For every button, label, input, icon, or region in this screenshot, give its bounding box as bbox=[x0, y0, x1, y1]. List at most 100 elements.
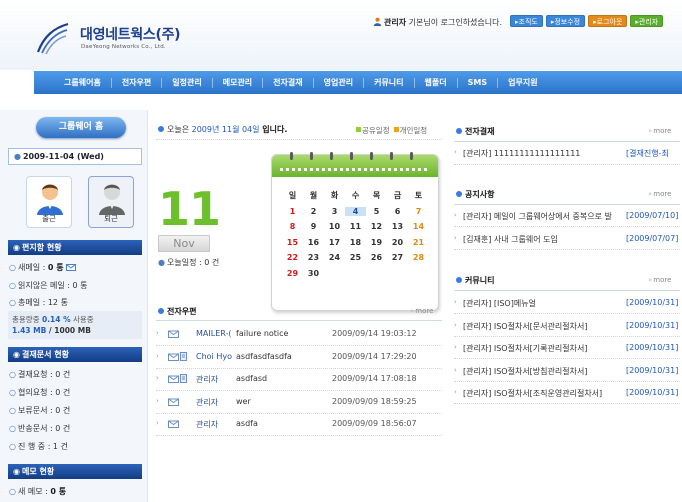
calendar-day[interactable]: 9 bbox=[303, 222, 324, 231]
calendar-day[interactable]: 27 bbox=[387, 253, 408, 262]
shared-schedule-swatch bbox=[356, 127, 361, 132]
check-in-button[interactable]: 출근 bbox=[26, 176, 72, 228]
community-more-link[interactable]: »more bbox=[648, 276, 671, 284]
new-mail-count[interactable]: ○ 새메일 : 0 통 bbox=[9, 262, 77, 273]
welcome-user-name: 관리자 bbox=[384, 18, 407, 27]
calendar-day[interactable]: 7 bbox=[408, 207, 429, 216]
calendar-day[interactable]: 18 bbox=[345, 238, 366, 247]
calendar-day[interactable]: 25 bbox=[345, 253, 366, 262]
logo-korean-name[interactable]: 대영네트웍스(주) bbox=[80, 24, 181, 44]
community-row[interactable]: › [관리자] [ISO]메뉴얼 [2009/10/31] bbox=[454, 297, 680, 311]
calendar-day[interactable]: 24 bbox=[324, 253, 345, 262]
admin-button[interactable]: ▸관리자 bbox=[630, 15, 664, 27]
nav-approval[interactable]: 전자결재 bbox=[262, 77, 312, 88]
calendar-day[interactable]: 19 bbox=[366, 238, 387, 247]
divider bbox=[454, 226, 680, 227]
org-chart-button[interactable]: ▸조직도 bbox=[510, 15, 543, 27]
calendar-day[interactable]: 8 bbox=[282, 222, 303, 231]
calendar-day[interactable]: 21 bbox=[408, 238, 429, 247]
nav-schedule[interactable]: 일정관리 bbox=[161, 77, 211, 88]
email-more-link[interactable]: »more bbox=[410, 307, 433, 315]
email-row[interactable]: › 관리자 asdfa 2009/09/09 18:56:07 bbox=[156, 418, 442, 432]
groupware-home-button[interactable]: 그룹웨어 홈 bbox=[36, 117, 126, 138]
community-row-date: [2009/10/31] bbox=[626, 298, 679, 307]
calendar-day[interactable]: 26 bbox=[366, 253, 387, 262]
today-schedule-count[interactable]: ● 오늘일정 : 0 건 bbox=[158, 257, 219, 268]
pending-document-count[interactable]: ○ 보류문서 : 0 건 bbox=[9, 405, 70, 416]
community-row[interactable]: › [관리자] ISO절차서[조직운영관리절차서] [2009/10/31] bbox=[454, 387, 680, 401]
community-row[interactable]: › [관리자] ISO절차서[방침관리절차서] [2009/10/31] bbox=[454, 365, 680, 379]
approval-more-link[interactable]: »more bbox=[648, 127, 671, 135]
calendar-day[interactable]: 16 bbox=[303, 238, 324, 247]
calendar-day[interactable]: 17 bbox=[324, 238, 345, 247]
unread-mail-label: 읽지않은 메일 : 0 통 bbox=[17, 281, 88, 290]
calendar-day[interactable]: 15 bbox=[282, 238, 303, 247]
edit-profile-button[interactable]: ▸정보수정 bbox=[545, 15, 586, 27]
notice-more-link[interactable]: »more bbox=[648, 190, 671, 198]
nav-sales[interactable]: 영업관리 bbox=[312, 77, 363, 88]
approval-row[interactable]: › [관리자] 11111111111111111 [결재진행-최 bbox=[454, 147, 680, 161]
divider bbox=[156, 345, 442, 346]
calendar-day[interactable]: 1 bbox=[282, 207, 303, 216]
email-time: 2009/09/14 17:08:18 bbox=[332, 374, 417, 383]
email-row[interactable]: › Choi Hyo asdfasdfasdfa 2009/09/14 17:29:2… bbox=[156, 351, 442, 365]
returned-document-count[interactable]: ○ 반송문서 : 0 건 bbox=[9, 423, 70, 434]
in-progress-count[interactable]: ○ 진 행 중 : 1 건 bbox=[9, 441, 68, 452]
nav-memo[interactable]: 메모관리 bbox=[211, 77, 262, 88]
calendar-day[interactable]: 29 bbox=[282, 269, 303, 278]
email-section-title[interactable]: 전자우편 bbox=[158, 306, 196, 317]
calendar-day[interactable]: 28 bbox=[408, 253, 429, 262]
divider bbox=[454, 380, 680, 382]
approval-section-title[interactable]: 전자결재 bbox=[456, 126, 494, 137]
community-row[interactable]: › [관리자] ISO절차서[문서관리절차서] [2009/10/31] bbox=[454, 320, 680, 334]
calendar-day[interactable]: 23 bbox=[303, 253, 324, 262]
check-out-label: 퇴근 bbox=[104, 214, 118, 223]
new-memo-count[interactable]: ○ 새 메모 : 0 통 bbox=[9, 486, 66, 497]
nav-webfolder[interactable]: 웹폴더 bbox=[413, 77, 457, 88]
nav-groupware-home[interactable]: 그룹웨어홈 bbox=[34, 78, 111, 88]
calendar-day[interactable]: 5 bbox=[366, 207, 387, 216]
nav-email[interactable]: 전자우편 bbox=[110, 77, 161, 88]
calendar-day[interactable]: 11 bbox=[345, 222, 366, 231]
envelope-icon bbox=[168, 329, 179, 340]
notice-section-title[interactable]: 공지사항 bbox=[456, 189, 494, 200]
row-arrow-icon: › bbox=[454, 343, 457, 351]
notice-row[interactable]: › [관리자] 메일이 그룹웨어상에서 중복으로 발 [2009/07/10] bbox=[454, 210, 680, 224]
calendar-day[interactable]: 2 bbox=[303, 207, 324, 216]
calendar-day[interactable]: 22 bbox=[282, 253, 303, 262]
community-section-title[interactable]: 커뮤니티 bbox=[456, 275, 494, 286]
usage-used: 1.43 MB bbox=[12, 326, 47, 335]
email-time: 2009/09/09 18:56:07 bbox=[332, 419, 417, 428]
email-row[interactable]: › 관리자 asdfasd 2009/09/14 17:08:18 bbox=[156, 373, 442, 387]
calendar-day[interactable]: 6 bbox=[387, 207, 408, 216]
calendar-day[interactable]: 20 bbox=[387, 238, 408, 247]
calendar-day[interactable]: 12 bbox=[366, 222, 387, 231]
unread-mail-count[interactable]: ○ 읽지않은 메일 : 0 통 bbox=[9, 280, 87, 291]
logout-button[interactable]: ▸로그아웃 bbox=[588, 15, 628, 27]
nav-sms[interactable]: SMS bbox=[456, 77, 497, 88]
nav-community[interactable]: 커뮤니티 bbox=[363, 77, 413, 88]
approval-row-status: [결재진행-최 bbox=[626, 149, 669, 158]
calendar-week-row: 15 16 17 18 19 20 21 bbox=[282, 235, 430, 251]
row-arrow-icon: › bbox=[454, 388, 457, 396]
calendar-day[interactable]: 13 bbox=[387, 222, 408, 231]
community-row[interactable]: › [관리자] ISO절차서[기록관리절차서] [2009/10/31] bbox=[454, 342, 680, 356]
main-navigation: 그룹웨어홈 전자우편 일정관리 메모관리 전자결재 영업관리 커뮤니티 웹폴더 … bbox=[34, 71, 682, 94]
today-date-text: 2009년 11월 04일 bbox=[191, 125, 260, 134]
check-out-button[interactable]: 퇴근 bbox=[88, 176, 134, 228]
calendar-day[interactable]: 3 bbox=[324, 207, 345, 216]
email-row[interactable]: › MAILER-(failure notice 2009/09/14 19:03:… bbox=[156, 328, 442, 342]
nav-work-support[interactable]: 업무지원 bbox=[497, 77, 547, 88]
approval-request-count[interactable]: ○ 결재요청 : 0 건 bbox=[9, 369, 70, 380]
email-sender: 관리자 bbox=[196, 397, 219, 407]
email-row[interactable]: › 관리자 wer 2009/09/09 18:59:25 bbox=[156, 396, 442, 410]
row-arrow-icon: › bbox=[156, 396, 159, 405]
calendar-day[interactable]: 10 bbox=[324, 222, 345, 231]
calendar-day[interactable]: 14 bbox=[408, 222, 429, 231]
total-mail-count[interactable]: ○ 총메일 : 12 통 bbox=[9, 297, 68, 308]
calendar-day[interactable]: 4 bbox=[345, 206, 366, 216]
calendar-day[interactable]: 30 bbox=[303, 269, 324, 278]
consult-request-count[interactable]: ○ 협의요청 : 0 건 bbox=[9, 387, 70, 398]
notice-row[interactable]: › [김재훈] 사내 그룹웨어 도입 [2009/07/07] bbox=[454, 233, 680, 247]
usage-total: / 1000 MB bbox=[46, 326, 91, 335]
